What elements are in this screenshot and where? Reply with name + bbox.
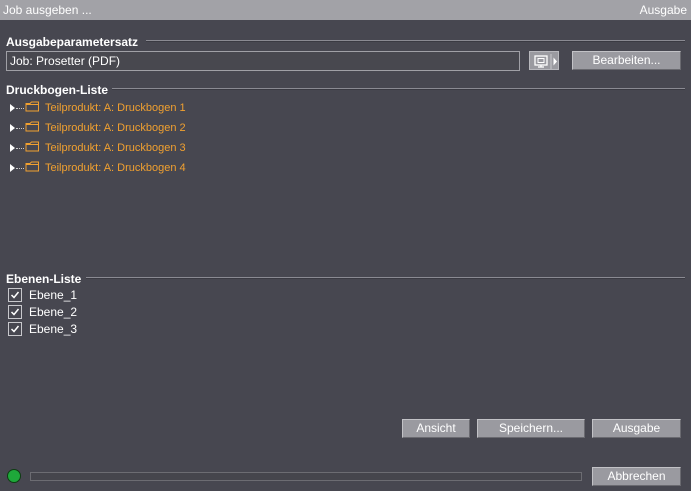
tree-item-label: Teilprodukt: A: Druckbogen 3: [45, 142, 186, 154]
speichern-button[interactable]: Speichern...: [477, 419, 585, 438]
tree-connector: [16, 168, 24, 170]
layer-checkbox[interactable]: [8, 305, 22, 319]
tree-connector: [16, 108, 24, 110]
folder-icon: [25, 121, 39, 132]
window-mode-label: Ausgabe: [639, 3, 687, 17]
ausgabe-button[interactable]: Ausgabe: [592, 419, 681, 438]
folder-icon: [25, 141, 39, 152]
green-status-dot: [7, 469, 21, 483]
folder-icon: [25, 161, 39, 172]
tree-connector: [16, 128, 24, 130]
layer-label: Ebene_2: [29, 305, 78, 319]
ansicht-button[interactable]: Ansicht: [402, 419, 470, 438]
abbrechen-button[interactable]: Abbrechen: [592, 467, 681, 486]
folder-icon: [25, 101, 39, 112]
layer-checkbox[interactable]: [8, 288, 22, 302]
expand-arrow-icon[interactable]: [10, 144, 15, 152]
section-divider: [146, 40, 685, 42]
tree-item-label: Teilprodukt: A: Druckbogen 4: [45, 162, 186, 174]
section-divider: [86, 277, 685, 279]
expand-arrow-icon[interactable]: [10, 104, 15, 112]
expand-arrow-icon[interactable]: [10, 124, 15, 132]
tree-item-label: Teilprodukt: A: Druckbogen 2: [45, 122, 186, 134]
section-title-ausgabeparametersatz: Ausgabeparametersatz: [6, 35, 139, 49]
parameter-set-dropdown[interactable]: [529, 51, 559, 70]
tree-connector: [16, 148, 24, 150]
layer-checkbox[interactable]: [8, 322, 22, 336]
parameter-set-field[interactable]: Job: Prosetter (PDF): [6, 51, 520, 71]
expand-arrow-icon[interactable]: [10, 164, 15, 172]
monitor-dropdown-icon: [534, 54, 557, 69]
section-divider: [112, 88, 685, 90]
checkmark-icon: [10, 291, 20, 299]
tree-item-label: Teilprodukt: A: Druckbogen 1: [45, 102, 186, 114]
section-title-ebenen-liste: Ebenen-Liste: [6, 272, 82, 286]
progress-bar: [30, 472, 582, 481]
checkmark-icon: [10, 308, 20, 316]
checkmark-icon: [10, 325, 20, 333]
window-title: Job ausgeben ...: [3, 3, 92, 17]
edit-parameter-set-button[interactable]: Bearbeiten...: [572, 51, 681, 70]
section-title-druckbogen-liste: Druckbogen-Liste: [6, 83, 109, 97]
title-bar: Job ausgeben ... Ausgabe: [0, 0, 691, 20]
layer-label: Ebene_3: [29, 322, 78, 336]
layer-label: Ebene_1: [29, 288, 78, 302]
